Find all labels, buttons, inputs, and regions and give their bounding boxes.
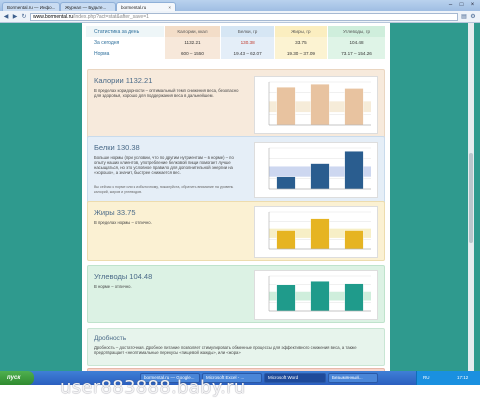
protein-text: Больше нормы (при условии, что по другим… <box>94 155 234 175</box>
language-indicator[interactable]: RU <box>423 371 430 385</box>
today-protein: 130.38 <box>220 37 275 48</box>
clock: 17:12 <box>457 375 469 380</box>
browser-tab-2[interactable]: Журнал — Будьте... <box>60 2 116 11</box>
url-path: /index.php?act=stat&after_save=1 <box>73 14 149 20</box>
summary-header-row: Статистика за день Калории, ккал Белки, … <box>86 26 386 37</box>
col-header-fat: Жиры, гр <box>274 26 329 37</box>
norm-protein: 19.43 – 62.07 <box>220 48 275 59</box>
norm-calories: 600 – 1550 <box>164 48 222 59</box>
protein-chart <box>254 142 378 198</box>
taskbar-item-other[interactable]: Безымянный... <box>328 373 378 383</box>
browser-toolbar: ◀ ▶ ↻ www.bormental.ru/index.php?act=sta… <box>0 11 480 23</box>
chart-bar <box>276 230 296 250</box>
carbs-text: В норме – отлично. <box>94 284 132 289</box>
chart-bar <box>310 281 330 312</box>
chart-bar <box>310 218 330 250</box>
minimize-icon[interactable]: – <box>445 1 456 9</box>
protein-chart-svg <box>268 147 371 190</box>
chart-bar <box>344 151 364 190</box>
taskbar-item-label: Microsoft Word <box>268 375 299 380</box>
chart-bar <box>344 88 364 126</box>
stats-page: Статистика за день Калории, ккал Белки, … <box>82 23 390 371</box>
today-calories: 1132.21 <box>164 37 222 48</box>
row-label-today: За сегодня <box>86 37 165 48</box>
forward-icon[interactable]: ▶ <box>11 13 19 21</box>
calories-chart-svg <box>268 81 371 126</box>
fat-chart <box>254 206 378 258</box>
tab-label: Bormental.ru — Инфо... <box>7 5 56 10</box>
chart-bar <box>276 86 296 126</box>
calories-title: Калории 1132.21 <box>94 76 153 85</box>
carbs-title: Углеводы 104.48 <box>94 272 153 281</box>
url-domain: www.bormental.ru <box>33 14 74 20</box>
viewport: Статистика за день Калории, ккал Белки, … <box>0 23 480 371</box>
frequency-text: Дробность – достаточная. Дробное питание… <box>94 345 357 355</box>
tab-label: bormental.ru <box>121 5 147 10</box>
back-icon[interactable]: ◀ <box>2 13 10 21</box>
close-window-icon[interactable]: × <box>467 1 478 9</box>
start-button[interactable]: пуск <box>0 371 34 385</box>
fat-panel: Жиры 33.75 В пределах нормы – отлично. <box>87 201 385 261</box>
col-header-protein: Белки, гр <box>220 26 275 37</box>
taskbar-item-word[interactable]: Microsoft Word <box>264 373 326 383</box>
carbs-panel: Углеводы 104.48 В норме – отлично. <box>87 265 385 323</box>
close-tab-icon[interactable]: × <box>168 3 171 11</box>
chart-bar <box>310 83 330 126</box>
chart-bar <box>344 283 364 312</box>
browser-tab-1[interactable]: Bormental.ru — Инфо... <box>2 2 60 11</box>
table-row: Норма 600 – 1550 19.43 – 62.07 19.30 – 3… <box>86 48 386 59</box>
frequency-title: Дробность <box>94 335 127 342</box>
maximize-icon[interactable]: □ <box>456 1 467 9</box>
calories-chart <box>254 76 378 134</box>
address-bar[interactable]: www.bormental.ru/index.php?act=stat&afte… <box>30 13 458 21</box>
tab-label: Журнал — Будьте... <box>65 5 107 10</box>
scrollbar-thumb[interactable] <box>469 153 473 243</box>
norm-carbs: 73.17 – 154.26 <box>327 48 386 59</box>
system-tray: RU 17:12 <box>416 371 480 385</box>
fat-chart-svg <box>268 211 371 250</box>
chart-bar <box>276 176 296 190</box>
col-header-calories: Калории, ккал <box>164 26 222 37</box>
fat-title: Жиры 33.75 <box>94 208 136 217</box>
row-label-norm: Норма <box>86 48 165 59</box>
summary-header-label: Статистика за день <box>86 26 165 37</box>
chart-bar <box>276 284 296 312</box>
browser-tab-3[interactable]: bormental.ru × <box>116 2 176 11</box>
chart-bar <box>310 163 330 190</box>
fat-text: В пределах нормы – отлично. <box>94 220 152 225</box>
wrench-icon[interactable]: ⚙ <box>469 13 477 21</box>
browser-tabbar: Bormental.ru — Инфо... Журнал — Будьте..… <box>0 0 480 11</box>
norm-fat: 19.30 – 37.09 <box>274 48 329 59</box>
today-fat: 33.75 <box>274 37 329 48</box>
protein-note: Вы сейчас к норме или к избыточному, пож… <box>94 185 234 194</box>
col-header-carbs: Углеводы, гр <box>327 26 386 37</box>
page-menu-icon[interactable]: ▤ <box>460 13 468 21</box>
frequency-panel: Дробность Дробность – достаточная. Дробн… <box>87 328 385 366</box>
table-row: За сегодня 1132.21 130.38 33.75 104.48 <box>86 37 386 48</box>
carbs-chart <box>254 270 378 320</box>
watermark-text: user883888.baby.ru <box>60 377 246 398</box>
today-carbs: 104.48 <box>327 37 386 48</box>
reload-icon[interactable]: ↻ <box>20 13 28 21</box>
taskbar-item-label: Безымянный... <box>332 375 363 380</box>
calories-text: В пределах коридорности – оптимальный те… <box>94 88 239 98</box>
protein-title: Белки 130.38 <box>94 143 140 152</box>
summary-table: Статистика за день Калории, ккал Белки, … <box>86 26 386 59</box>
chart-bar <box>344 230 364 250</box>
carbs-chart-svg <box>268 275 371 312</box>
